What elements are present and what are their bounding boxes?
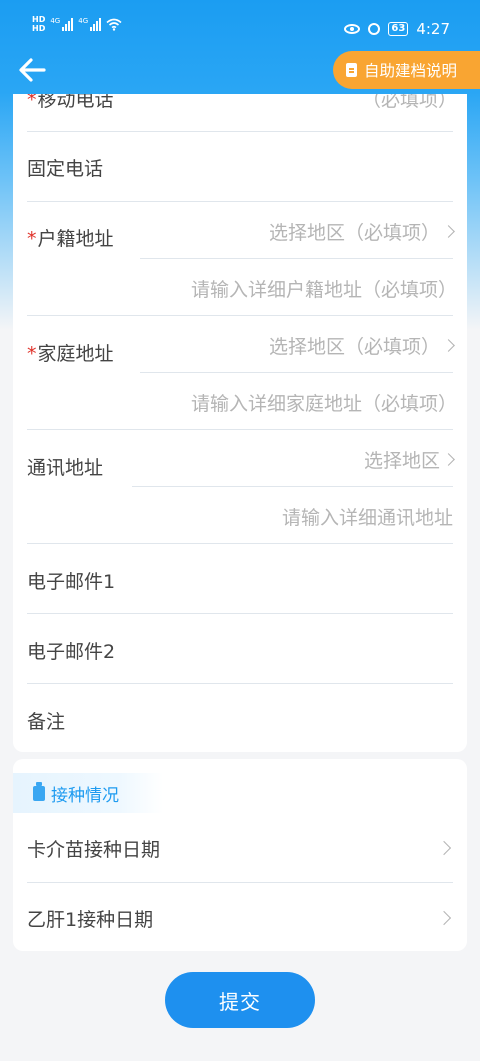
- landline-phone-input[interactable]: 固定电话: [27, 154, 103, 181]
- signal-icon: 4G: [50, 17, 74, 31]
- divider: [27, 683, 453, 684]
- divider: [27, 201, 453, 202]
- divider: [27, 613, 453, 614]
- hepb-date-label: 乙肝1接种日期: [27, 909, 154, 931]
- eye-icon: [344, 24, 361, 34]
- divider: [27, 543, 453, 544]
- notes-input[interactable]: 备注: [27, 707, 65, 734]
- home-detail-input[interactable]: 请输入详细家庭地址（必填项）: [191, 389, 457, 416]
- household-detail-input[interactable]: 请输入详细户籍地址（必填项）: [191, 275, 457, 302]
- help-guide-button[interactable]: 自助建档说明: [333, 51, 480, 89]
- home-region-placeholder: 选择地区（必填项）: [268, 336, 440, 358]
- chevron-right-icon: [442, 453, 455, 466]
- mailing-detail-input[interactable]: 请输入详细通讯地址: [282, 503, 453, 530]
- bcg-date-label: 卡介苗接种日期: [27, 839, 161, 861]
- status-bar: HD HD 4G 4G 63 4:27: [0, 0, 480, 50]
- battery-icon: 63: [388, 22, 409, 36]
- mobile-phone-input[interactable]: （必填项）: [362, 94, 457, 112]
- chevron-right-icon: [436, 840, 452, 856]
- alarm-icon: [368, 23, 381, 35]
- status-left: HD HD 4G 4G: [32, 15, 122, 33]
- divider: [140, 372, 453, 373]
- network-type: 4G: [50, 17, 61, 25]
- household-address-label: 户籍地址: [27, 224, 114, 251]
- contact-info-card: 移动电话 （必填项） 固定电话 户籍地址 选择地区（必填项） 请输入详细户籍地址…: [13, 94, 467, 752]
- help-guide-label: 自助建档说明: [364, 62, 458, 80]
- notes-label: 备注: [27, 711, 66, 733]
- divider: [27, 131, 453, 132]
- email2-input[interactable]: 电子邮件2: [27, 637, 115, 664]
- signal-icon-2: 4G: [78, 17, 102, 31]
- household-region-selector[interactable]: 选择地区（必填项）: [268, 218, 455, 245]
- email1-label: 电子邮件1: [27, 571, 116, 593]
- vaccine-vial-icon: [33, 781, 45, 801]
- mobile-phone-text: 移动电话: [37, 94, 114, 111]
- wifi-icon: [106, 18, 122, 31]
- divider: [132, 486, 453, 487]
- back-arrow-icon[interactable]: [14, 52, 50, 88]
- bcg-date-selector[interactable]: 卡介苗接种日期: [27, 835, 160, 862]
- mailing-address-label: 通讯地址: [27, 453, 103, 480]
- household-address-text: 户籍地址: [37, 228, 114, 250]
- clock-time: 4:27: [416, 20, 450, 38]
- home-address-label: 家庭地址: [27, 339, 114, 366]
- mailing-region-placeholder: 选择地区: [363, 450, 440, 472]
- divider: [27, 882, 453, 883]
- chevron-right-icon: [442, 225, 455, 238]
- mailing-region-selector[interactable]: 选择地区: [363, 446, 455, 473]
- vaccination-section-header: 接种情况: [13, 773, 163, 813]
- mobile-phone-label: 移动电话: [27, 94, 114, 112]
- chevron-right-icon: [436, 910, 452, 926]
- vaccination-card: 接种情况 卡介苗接种日期 乙肝1接种日期: [13, 759, 467, 951]
- home-region-selector[interactable]: 选择地区（必填项）: [268, 332, 455, 359]
- email2-label: 电子邮件2: [27, 641, 116, 663]
- chevron-right-icon: [442, 339, 455, 352]
- mailing-address-text: 通讯地址: [27, 457, 104, 479]
- home-address-text: 家庭地址: [37, 343, 114, 365]
- divider: [27, 429, 453, 430]
- status-right: 63 4:27: [344, 20, 450, 38]
- submit-label: 提交: [219, 989, 261, 1014]
- divider: [140, 258, 453, 259]
- divider: [27, 315, 453, 316]
- vaccination-section-title: 接种情况: [51, 785, 119, 806]
- landline-phone-label: 固定电话: [27, 158, 104, 180]
- email1-input[interactable]: 电子邮件1: [27, 567, 115, 594]
- hepb-date-selector[interactable]: 乙肝1接种日期: [27, 905, 153, 932]
- hd-indicator: HD HD: [32, 15, 46, 33]
- household-region-placeholder: 选择地区（必填项）: [268, 222, 440, 244]
- submit-button[interactable]: 提交: [165, 972, 315, 1028]
- network-type-2: 4G: [78, 17, 89, 25]
- document-icon: [346, 63, 357, 77]
